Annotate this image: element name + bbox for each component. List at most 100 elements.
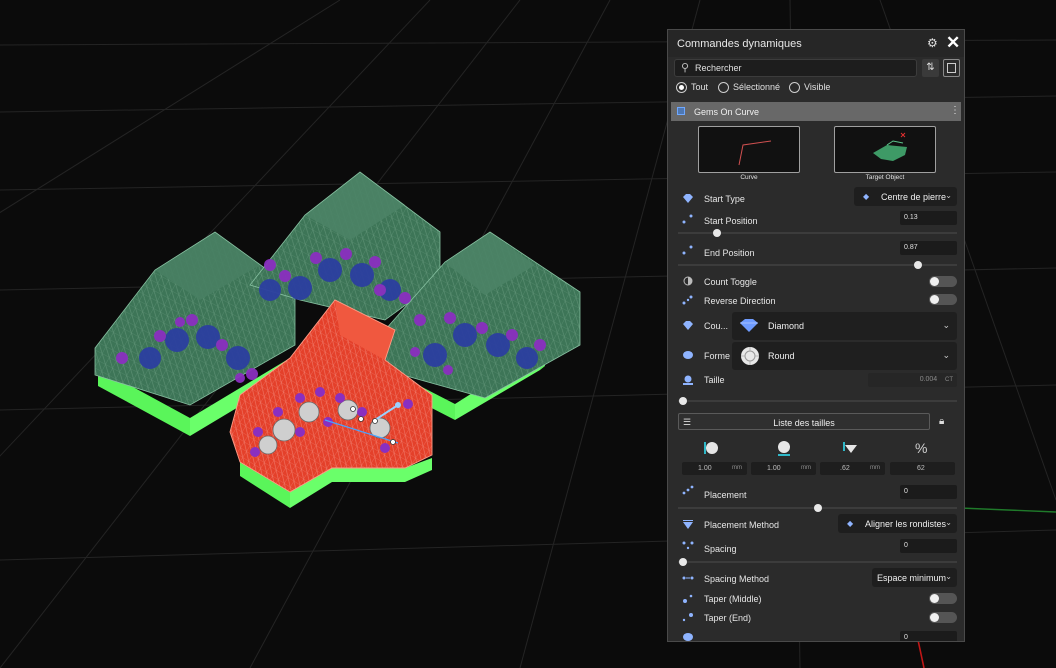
- depth-value: .62: [840, 465, 850, 472]
- percent-input[interactable]: 62: [890, 462, 955, 475]
- sizes-list-button[interactable]: ☰ Liste des tailles: [678, 413, 930, 430]
- sizes-list-label: Liste des tailles: [773, 418, 835, 428]
- gem-width-icon: [778, 441, 790, 456]
- spacing-icon: [682, 541, 694, 550]
- shape-value: Round: [768, 351, 795, 361]
- count-icon: [683, 276, 693, 286]
- size-slider[interactable]: [678, 397, 957, 405]
- width-unit: mm: [801, 465, 811, 471]
- placement-method-dropdown[interactable]: ◆ Aligner les rondistes ⌄: [838, 514, 957, 533]
- taper-end-label: Taper (End): [704, 613, 752, 623]
- target-object-caption: Target Object: [865, 174, 905, 181]
- slider-knob[interactable]: [713, 229, 721, 237]
- round-gem-icon: [741, 347, 759, 365]
- filter-visible-label: Visible: [804, 82, 831, 92]
- spacing-slider[interactable]: [678, 558, 957, 566]
- end-position-label: End Position: [704, 248, 755, 258]
- partial-row-icon: [683, 633, 693, 641]
- cut-dropdown[interactable]: Diamond ⌄: [732, 312, 957, 340]
- count-toggle-label: Count Toggle: [704, 277, 757, 287]
- round-shape-icon: [683, 351, 693, 359]
- cut-label: Cou...: [704, 321, 729, 331]
- start-type-dropdown[interactable]: ◆ Centre de pierre ⌄: [854, 187, 957, 206]
- section-gems-on-curve[interactable]: Gems On Curve ⋮: [671, 102, 961, 121]
- start-type-value: Centre de pierre: [881, 192, 947, 202]
- placement-method-value: Aligner les rondistes: [865, 519, 947, 529]
- radio-on-icon: [676, 82, 687, 93]
- count-toggle-switch[interactable]: [929, 276, 957, 287]
- placement-input[interactable]: 0: [900, 485, 957, 499]
- depth-unit: mm: [870, 465, 880, 471]
- chevron-down-icon: ⌄: [945, 191, 952, 200]
- diameter-unit: mm: [732, 465, 742, 471]
- search-field[interactable]: ⚲: [674, 59, 917, 77]
- size-label: Taille: [704, 375, 725, 385]
- percent-value: 62: [917, 465, 925, 472]
- panel-titlebar[interactable]: Commandes dynamiques ⚙ ✕: [668, 30, 964, 57]
- width-value: 1.00: [767, 465, 781, 472]
- diamond-icon: [683, 194, 693, 203]
- axis-red: [917, 639, 925, 668]
- start-position-input[interactable]: 0.13: [900, 211, 957, 225]
- chevron-down-icon: ⌄: [945, 572, 952, 581]
- target-object-thumbnail[interactable]: [834, 126, 936, 173]
- gem-depth-icon: [843, 442, 857, 453]
- spacing-method-dropdown[interactable]: Espace minimum ⌄: [872, 568, 957, 587]
- slider-knob[interactable]: [679, 558, 687, 566]
- taper-end-switch[interactable]: [929, 612, 957, 623]
- placement-icon: [682, 485, 694, 495]
- taper-middle-switch[interactable]: [929, 593, 957, 604]
- sort-button[interactable]: ⇅: [922, 59, 939, 77]
- chevron-down-icon: ⌄: [945, 518, 952, 527]
- radio-off-icon: [718, 82, 729, 93]
- panel-title: Commandes dynamiques: [677, 38, 802, 50]
- start-position-label: Start Position: [704, 216, 758, 226]
- reverse-direction-label: Reverse Direction: [704, 296, 776, 306]
- curve-thumbnail[interactable]: [698, 126, 800, 173]
- end-position-input[interactable]: 0.87: [900, 241, 957, 255]
- size-input[interactable]: 0.004 CT: [868, 373, 957, 387]
- chevron-down-icon: ⌄: [942, 350, 950, 360]
- diamond-cut-icon: [740, 319, 758, 332]
- slider-knob[interactable]: [679, 397, 687, 405]
- lock-icon[interactable]: 🔒︎: [939, 416, 944, 427]
- slider-knob[interactable]: [914, 261, 922, 269]
- gem-diameter-icon: [704, 442, 718, 454]
- spacing-input[interactable]: 0: [900, 539, 957, 553]
- spacing-method-icon: [682, 576, 694, 580]
- slider-knob[interactable]: [814, 504, 822, 512]
- diamond-icon: ◆: [863, 192, 870, 201]
- curve-caption: Curve: [740, 174, 758, 181]
- calculator-button[interactable]: [943, 59, 960, 77]
- placement-slider[interactable]: [678, 504, 957, 512]
- spacing-label: Spacing: [704, 544, 737, 554]
- filter-selected-label: Sélectionné: [733, 82, 781, 92]
- chevron-down-icon: ⌄: [942, 320, 950, 330]
- position-icon: [682, 245, 693, 255]
- section-title: Gems On Curve: [694, 107, 760, 117]
- size-unit: CT: [945, 377, 953, 383]
- placement-method-label: Placement Method: [704, 520, 780, 530]
- filter-all-label: Tout: [691, 82, 709, 92]
- shape-dropdown[interactable]: Round ⌄: [732, 342, 957, 370]
- start-position-slider[interactable]: [678, 229, 957, 237]
- width-input[interactable]: 1.00 mm: [751, 462, 816, 475]
- position-icon: [682, 214, 693, 224]
- dynamic-commands-panel: Commandes dynamiques ⚙ ✕ ⚲ ⇅ Tout Sélect…: [667, 29, 965, 642]
- slider-track: [678, 400, 957, 402]
- axis-green: [959, 507, 1056, 513]
- size-icon: [683, 375, 693, 385]
- diameter-input[interactable]: 1.00 mm: [682, 462, 747, 475]
- radio-off-icon: [789, 82, 800, 93]
- end-position-slider[interactable]: [678, 261, 957, 269]
- search-input[interactable]: [695, 61, 910, 75]
- more-options-icon[interactable]: ⋮: [950, 105, 960, 116]
- search-icon: ⚲: [681, 62, 690, 74]
- partial-row-input[interactable]: 0: [900, 631, 957, 641]
- depth-input[interactable]: .62 mm: [820, 462, 885, 475]
- start-type-label: Start Type: [704, 194, 745, 204]
- curve-preview-icon: [738, 140, 772, 166]
- gear-icon[interactable]: ⚙: [927, 36, 938, 50]
- reverse-direction-switch[interactable]: [929, 294, 957, 305]
- close-icon[interactable]: ✕: [946, 33, 960, 53]
